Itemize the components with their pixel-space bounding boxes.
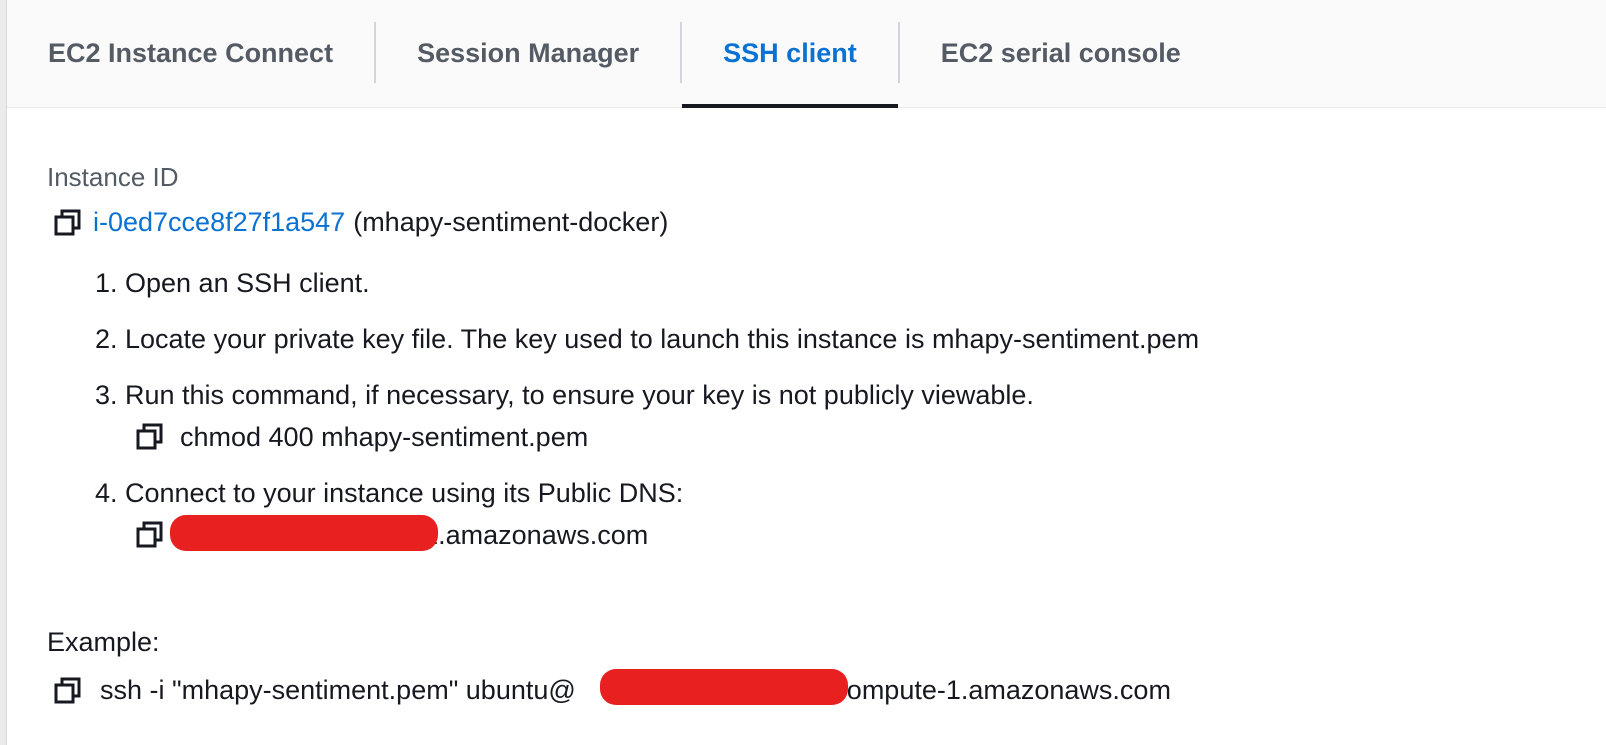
redaction-mark	[170, 515, 438, 551]
chmod-command: chmod 400 mhapy-sentiment.pem	[180, 422, 589, 452]
copy-icon[interactable]	[135, 422, 165, 452]
example-command-suffix: .compute-1.amazonaws.com	[825, 675, 1171, 705]
tab-session-manager[interactable]: Session Manager	[376, 0, 680, 107]
list-item: Open an SSH client.	[125, 267, 1199, 299]
step-text: Locate your private key file. The key us…	[125, 324, 1200, 354]
step-text: Open an SSH client.	[125, 268, 370, 298]
tab-ec2-serial-console[interactable]: EC2 serial console	[900, 0, 1222, 107]
chmod-command-row: chmod 400 mhapy-sentiment.pem	[135, 421, 1199, 453]
instance-id-row: i-0ed7cce8f27f1a547 (mhapy-sentiment-doc…	[53, 207, 668, 238]
list-item: Locate your private key file. The key us…	[125, 323, 1199, 355]
public-dns: ec2-3-54-1compute-1.amazonaws.com	[170, 515, 648, 551]
tab-ssh-client[interactable]: SSH client	[682, 0, 898, 108]
copy-icon[interactable]	[53, 208, 83, 238]
list-item: Connect to your instance using its Publi…	[125, 477, 1199, 551]
public-dns-row: ec2-3-54-1compute-1.amazonaws.com	[135, 515, 1199, 551]
left-border	[0, 0, 7, 745]
example-command-row: ssh -i "mhapy-sentiment.pem" ubuntu@ .com…	[53, 669, 1171, 706]
redaction-mark	[600, 669, 848, 705]
example-label: Example:	[47, 627, 160, 657]
instance-id-link[interactable]: i-0ed7cce8f27f1a547	[93, 207, 345, 238]
list-item: Run this command, if necessary, to ensur…	[125, 379, 1199, 453]
copy-icon[interactable]	[135, 520, 165, 550]
instance-name: (mhapy-sentiment-docker)	[353, 207, 669, 237]
copy-icon[interactable]	[53, 676, 83, 706]
example-command: ssh -i "mhapy-sentiment.pem" ubuntu@ .com…	[100, 669, 1171, 706]
tab-ec2-instance-connect[interactable]: EC2 Instance Connect	[7, 0, 374, 107]
example-command-prefix: ssh -i "mhapy-sentiment.pem" ubuntu@	[100, 675, 576, 705]
step-text: Run this command, if necessary, to ensur…	[125, 380, 1034, 410]
instance-id-label: Instance ID	[47, 162, 179, 192]
tab-bar: EC2 Instance Connect Session Manager SSH…	[7, 0, 1606, 108]
step-text: Connect to your instance using its Publi…	[125, 478, 684, 508]
instructions-list: Open an SSH client. Locate your private …	[47, 267, 1199, 575]
